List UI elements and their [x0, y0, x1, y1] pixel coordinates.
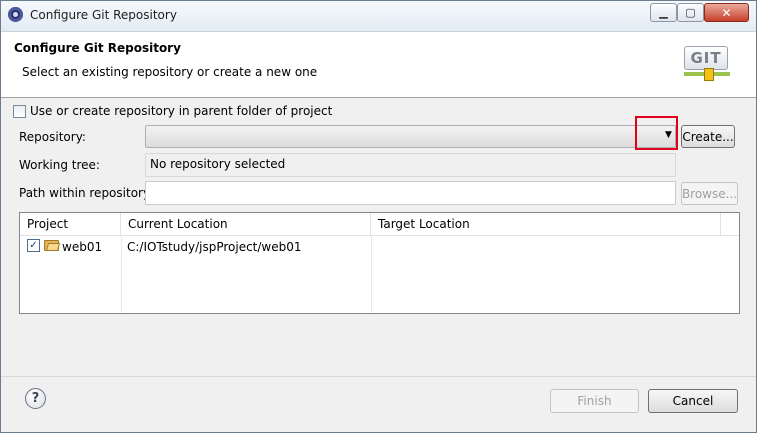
projects-table: Project Current Location Target Location…	[19, 212, 740, 314]
window-title: Configure Git Repository	[30, 8, 177, 22]
title-bar[interactable]: Configure Git Repository ▁ ▢ ✕	[1, 1, 756, 32]
minimize-button[interactable]: ▁	[650, 3, 677, 22]
column-divider	[371, 236, 372, 313]
column-header-target-location[interactable]: Target Location	[371, 213, 721, 236]
column-header-project[interactable]: Project	[20, 213, 121, 236]
git-logo-text: GIT	[684, 46, 728, 70]
eclipse-icon	[8, 7, 23, 22]
browse-button[interactable]: Browse...	[681, 182, 738, 205]
parent-folder-checkbox[interactable]	[13, 105, 26, 118]
path-label: Path within repository:	[19, 186, 154, 200]
page-description: Select an existing repository or create …	[22, 65, 318, 79]
working-tree-field: No repository selected	[145, 153, 676, 177]
create-button[interactable]: Create...	[681, 125, 735, 148]
parent-folder-label: Use or create repository in parent folde…	[30, 104, 333, 118]
git-logo-knob	[704, 68, 714, 81]
dialog-header: Configure Git Repository Select an exist…	[1, 32, 756, 98]
repository-label: Repository:	[19, 130, 86, 144]
finish-button[interactable]: Finish	[550, 389, 639, 413]
column-divider	[121, 236, 122, 313]
column-header-filler	[721, 213, 739, 236]
page-title: Configure Git Repository	[14, 41, 181, 55]
git-logo-icon: GIT	[684, 46, 730, 86]
cancel-button[interactable]: Cancel	[648, 389, 738, 413]
column-header-current-location[interactable]: Current Location	[121, 213, 371, 236]
project-name[interactable]: web01	[62, 240, 102, 254]
highlight-box	[635, 116, 678, 150]
working-tree-value: No repository selected	[150, 157, 286, 171]
footer-divider	[1, 376, 756, 377]
folder-front	[45, 243, 61, 251]
configure-git-dialog: Configure Git Repository ▁ ▢ ✕ Configure…	[0, 0, 757, 433]
close-button[interactable]: ✕	[704, 3, 749, 22]
row-checkbox[interactable]: ✓	[27, 239, 40, 252]
current-location: C:/IOTstudy/jspProject/web01	[127, 240, 302, 254]
help-icon[interactable]: ?	[25, 388, 46, 409]
project-folder-icon	[44, 240, 61, 251]
repository-combo[interactable]	[145, 125, 676, 148]
working-tree-label: Working tree:	[19, 158, 100, 172]
maximize-button[interactable]: ▢	[677, 3, 704, 22]
path-input[interactable]	[145, 181, 676, 205]
